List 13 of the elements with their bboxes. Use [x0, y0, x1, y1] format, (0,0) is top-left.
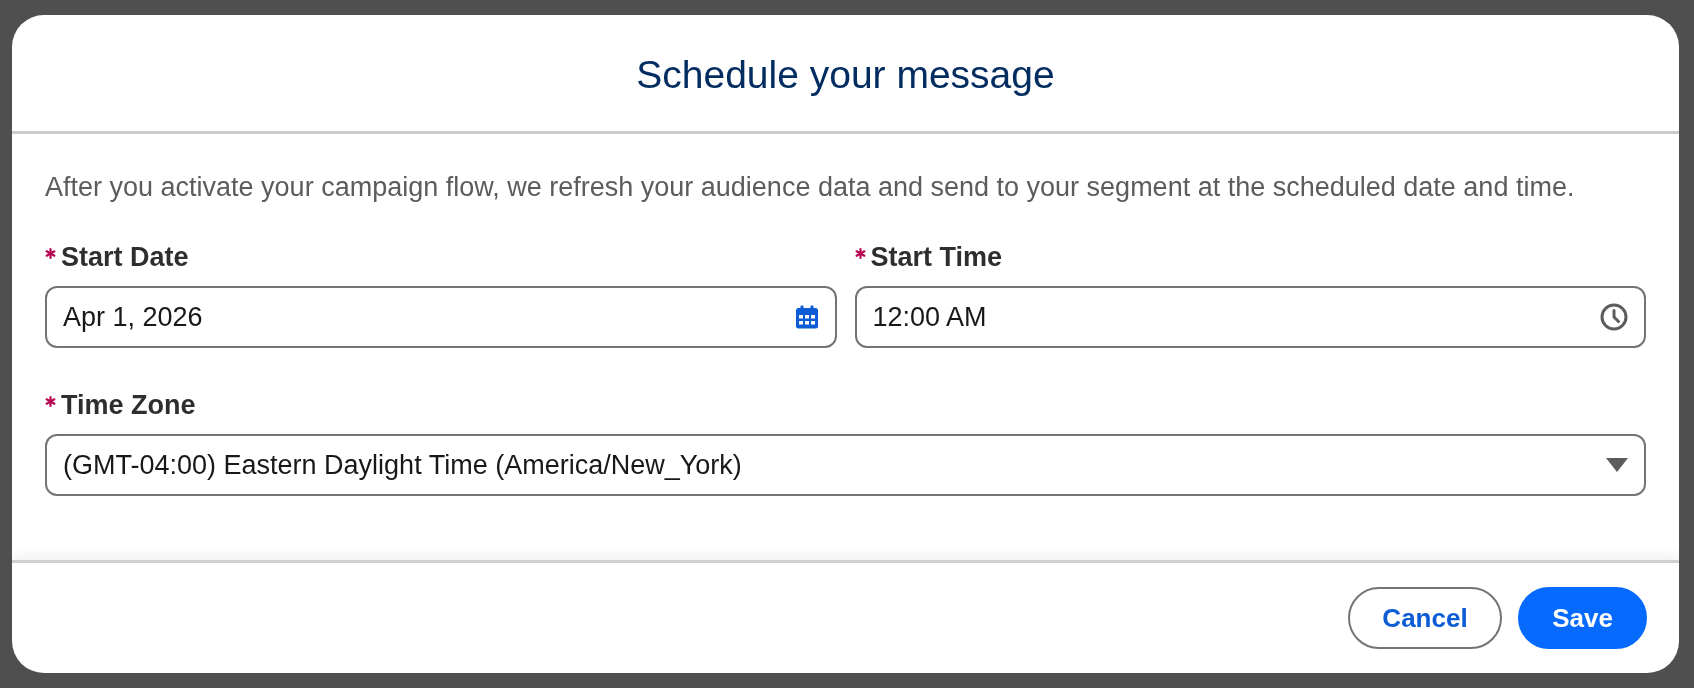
cancel-button[interactable]: Cancel: [1348, 587, 1502, 649]
date-input[interactable]: Apr 1, 2026: [45, 286, 837, 348]
field-label: Time Zone: [61, 389, 196, 422]
description-text: After you activate your campaign flow, we refresh your audience data and send to your segment at the scheduled date and time.: [45, 171, 1576, 204]
dialog-title: Schedule your message: [636, 52, 1055, 98]
caret-down-icon[interactable]: [1606, 458, 1628, 472]
calendar-icon[interactable]: [794, 305, 819, 329]
save-button[interactable]: Save: [1518, 587, 1647, 649]
clock-icon[interactable]: [1600, 303, 1628, 331]
time-zone-select[interactable]: (GMT-04:00) Eastern Daylight Time (America/New_York): [45, 434, 1646, 496]
field-label: Start Time: [870, 241, 1003, 274]
field-label: Start Date: [61, 241, 189, 274]
time-input[interactable]: 12:00 AM: [854, 286, 1646, 348]
